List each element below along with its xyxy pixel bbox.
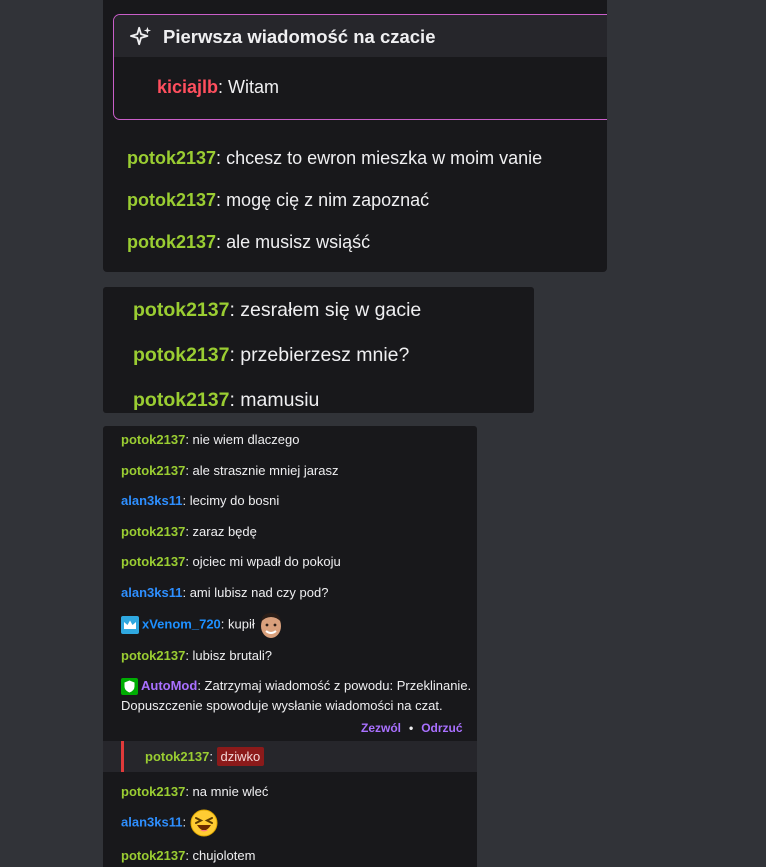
chat-text: na mnie wleć (192, 784, 269, 799)
sparkle-icon (130, 26, 152, 46)
chat-username[interactable]: potok2137 (133, 344, 229, 366)
chat-username[interactable]: kiciajlb (157, 77, 218, 97)
chat-message: alan3ks11: lecimy do bosni (121, 493, 280, 508)
chat-username[interactable]: xVenom_720 (142, 616, 221, 631)
chat-text: ale musisz wsiąść (226, 232, 371, 252)
chat-username[interactable]: alan3ks11 (121, 814, 182, 829)
chat-text: ojciec mi wpadł do pokoju (192, 554, 341, 569)
held-message-line: potok2137: dziwko (145, 747, 265, 766)
chat-username[interactable]: potok2137 (121, 524, 185, 539)
chat-text: chujolotem (192, 848, 256, 863)
chat-message: potok2137: ojciec mi wpadł do pokoju (121, 554, 341, 569)
chat-message: potok2137: mamusiu (133, 389, 320, 411)
chat-message: potok2137: lubisz brutali? (121, 648, 273, 663)
automod-username[interactable]: AutoMod (141, 678, 197, 693)
chat-username[interactable]: potok2137 (127, 190, 216, 210)
chat-text: mogę cię z nim zapoznać (226, 190, 430, 210)
chat-username[interactable]: potok2137 (121, 784, 185, 799)
first-message-title: Pierwsza wiadomość na czacie (163, 26, 436, 47)
chat-text: lecimy do bosni (189, 493, 280, 508)
chat-text: kupił (228, 616, 255, 632)
chat-message: potok2137: na mnie wleć (121, 784, 269, 799)
chat-username[interactable]: potok2137 (127, 232, 216, 252)
automod-message: AutoMod: Zatrzymaj wiadomość z powodu: P… (121, 678, 472, 713)
chat-username[interactable]: potok2137 (133, 389, 229, 411)
chat-text: nie wiem dlaczego (192, 432, 300, 447)
chat-message: potok2137: ale musisz wsiąść (127, 232, 371, 252)
chat-message: potok2137: nie wiem dlaczego (121, 432, 300, 447)
chat-username[interactable]: potok2137 (133, 299, 229, 321)
chat-message: potok2137: zesrałem się w gacie (133, 299, 422, 321)
chat-text: lubisz brutali? (192, 648, 273, 663)
chat-message: potok2137: chujolotem (121, 848, 256, 863)
chat-username[interactable]: potok2137 (121, 848, 185, 863)
chat-message: potok2137: ale strasznie mniej jarasz (121, 463, 339, 478)
crown-badge-icon[interactable] (121, 616, 139, 634)
chat-text: Witam (228, 77, 280, 97)
deny-button[interactable]: Odrzuć (421, 721, 462, 735)
chat-text: zesrałem się w gacie (240, 299, 422, 321)
chat-panel-1: Pierwsza wiadomość na czacie kiciajlb: W… (103, 0, 607, 272)
chat-username[interactable]: alan3ks11 (121, 493, 182, 508)
first-message-header: Pierwsza wiadomość na czacie (114, 15, 607, 57)
flagged-word: dziwko (216, 747, 265, 766)
allow-button[interactable]: Zezwól (361, 721, 401, 735)
chat-message: alan3ks11: ami lubisz nad czy pod? (121, 585, 329, 600)
chat-text: ale strasznie mniej jarasz (192, 463, 339, 478)
chat-message: potok2137: przebierzesz mnie? (133, 344, 410, 366)
chat-message: xVenom_720: kupił (121, 611, 284, 639)
chat-username[interactable]: potok2137 (121, 432, 185, 447)
face-emote[interactable] (258, 611, 284, 639)
chat-panel-3: potok2137: nie wiem dlaczego potok2137: … (103, 426, 477, 867)
chat-username[interactable]: potok2137 (121, 648, 185, 663)
chat-text: ami lubisz nad czy pod? (189, 585, 329, 600)
chat-message: potok2137: chcesz to ewron mieszka w moi… (127, 148, 543, 168)
chat-text: przebierzesz mnie? (240, 344, 410, 366)
chat-username[interactable]: alan3ks11 (121, 585, 182, 600)
first-message-card: Pierwsza wiadomość na czacie kiciajlb: W… (113, 14, 607, 120)
chat-username[interactable]: potok2137 (121, 554, 185, 569)
chat-username[interactable]: potok2137 (121, 463, 185, 478)
held-message: potok2137: dziwko (103, 741, 477, 772)
chat-username[interactable]: potok2137 (145, 749, 209, 764)
automod-shield-icon (121, 678, 138, 696)
chat-text: mamusiu (240, 389, 320, 411)
first-message-line: kiciajlb: Witam (157, 77, 280, 97)
chat-message: potok2137: mogę cię z nim zapoznać (127, 190, 430, 210)
separator-dot: • (409, 721, 414, 735)
chat-text: zaraz będę (192, 524, 257, 539)
chat-username[interactable]: potok2137 (127, 148, 216, 168)
chat-text: chcesz to ewron mieszka w moim vanie (226, 148, 543, 168)
chat-message: potok2137: zaraz będę (121, 524, 257, 539)
automod-actions: Zezwól • Odrzuć (361, 721, 463, 735)
chat-panel-2: potok2137: zesrałem się w gacie potok213… (103, 287, 534, 413)
held-indicator-bar (121, 741, 124, 772)
chat-message: alan3ks11: (121, 809, 218, 837)
laughing-emoji[interactable] (190, 809, 218, 837)
